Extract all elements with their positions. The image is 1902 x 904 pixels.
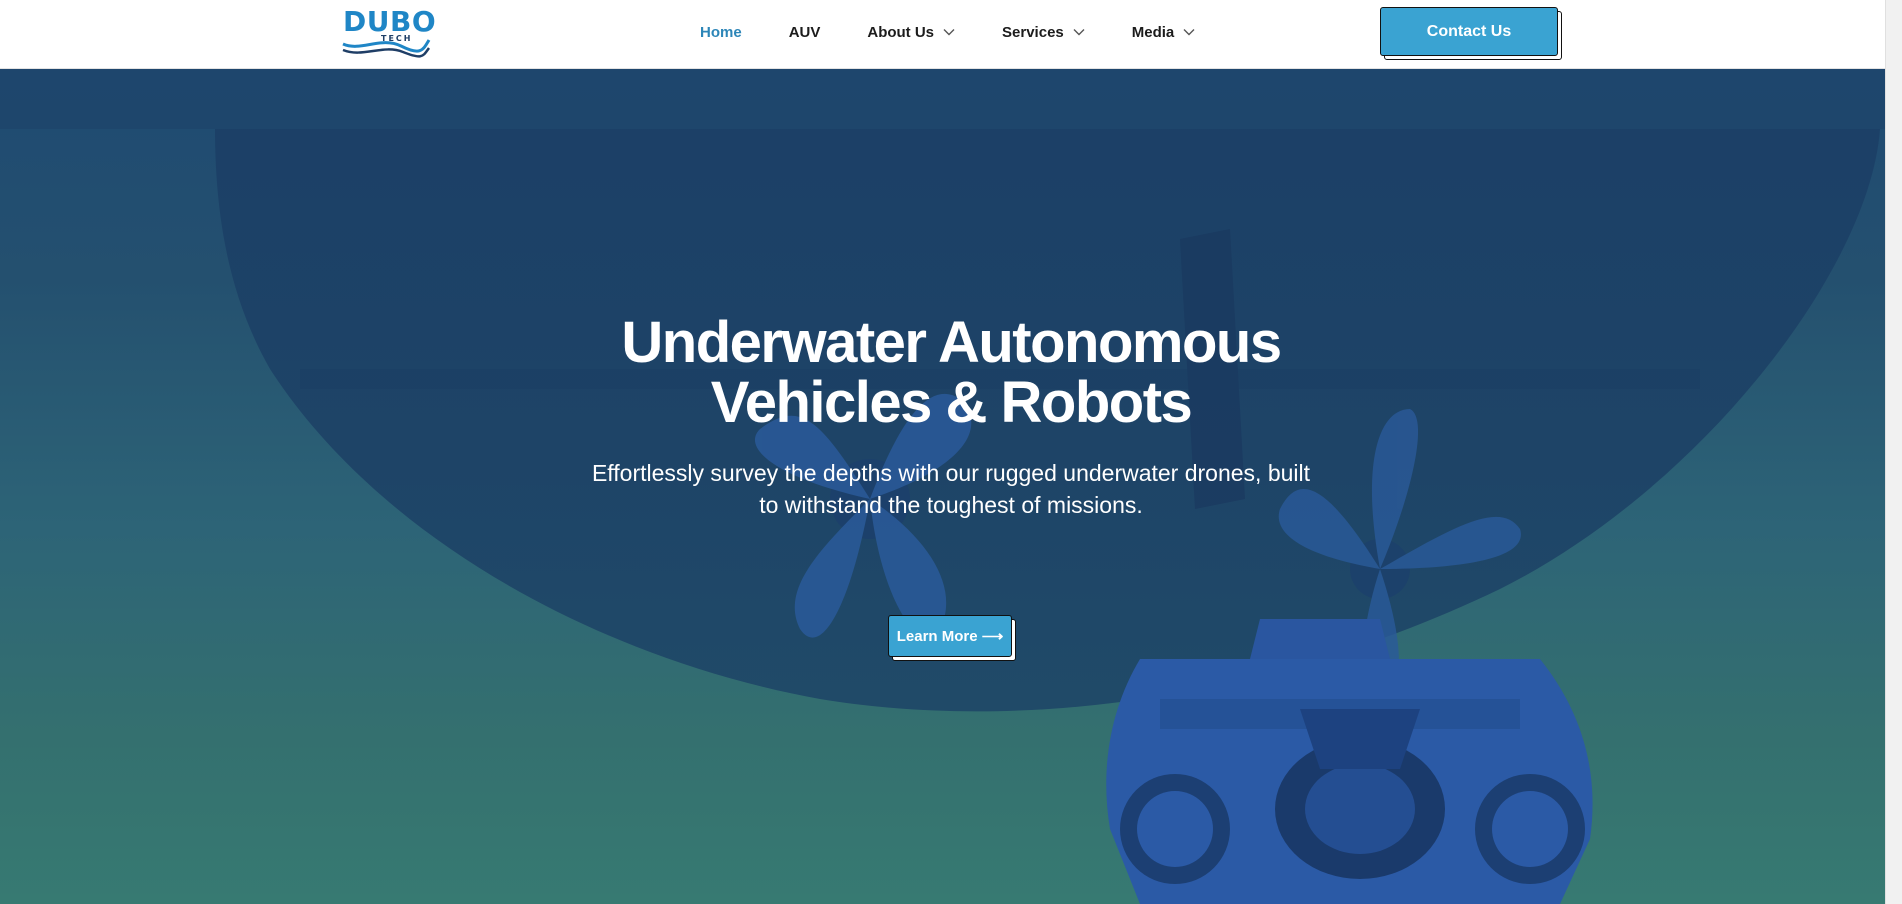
nav-item-label: AUV <box>788 23 821 41</box>
chevron-down-icon <box>1073 29 1085 36</box>
hero-subtitle-line-2: to withstand the toughest of missions. <box>759 492 1143 518</box>
contact-button-wrapper: Contact Us <box>1380 7 1564 61</box>
nav-item-label: About Us <box>867 23 935 41</box>
learn-more-wrapper: Learn More ⟶ <box>888 615 1018 663</box>
hero-title-line-2: Vehicles & Robots <box>710 370 1193 435</box>
nav-item-about-us[interactable]: About Us <box>867 24 955 41</box>
wave-icon <box>342 39 431 58</box>
nav-item-services[interactable]: Services <box>1002 24 1085 41</box>
learn-more-button[interactable]: Learn More ⟶ <box>888 615 1012 657</box>
site-header: DUBO TECH Home AUV About Us Services Med… <box>0 0 1902 69</box>
nav-item-label: Home <box>700 23 742 41</box>
nav-item-auv[interactable]: AUV <box>789 24 821 41</box>
contact-us-button[interactable]: Contact Us <box>1380 7 1558 56</box>
hero-subtitle: Effortlessly survey the depths with our … <box>0 457 1902 521</box>
main-nav: Home AUV About Us Services Media <box>700 0 1242 64</box>
hero-section: Underwater Autonomous Vehicles & Robots … <box>0 69 1902 904</box>
nav-item-label: Media <box>1131 23 1175 41</box>
page-scrollbar[interactable] <box>1885 0 1902 904</box>
logo-wordmark: DUBO <box>343 5 437 38</box>
nav-item-label: Services <box>1002 23 1064 41</box>
chevron-down-icon <box>943 29 955 36</box>
hero-title: Underwater Autonomous Vehicles & Robots <box>0 313 1902 433</box>
hero-subtitle-line-1: Effortlessly survey the depths with our … <box>591 460 1311 486</box>
dubo-tech-logo[interactable]: DUBO TECH <box>341 6 436 58</box>
nav-item-media[interactable]: Media <box>1132 24 1196 41</box>
hero-title-line-1: Underwater Autonomous <box>621 310 1282 375</box>
nav-item-home[interactable]: Home <box>700 24 742 41</box>
rov-robot-shape <box>1106 619 1593 904</box>
chevron-down-icon <box>1183 29 1195 36</box>
